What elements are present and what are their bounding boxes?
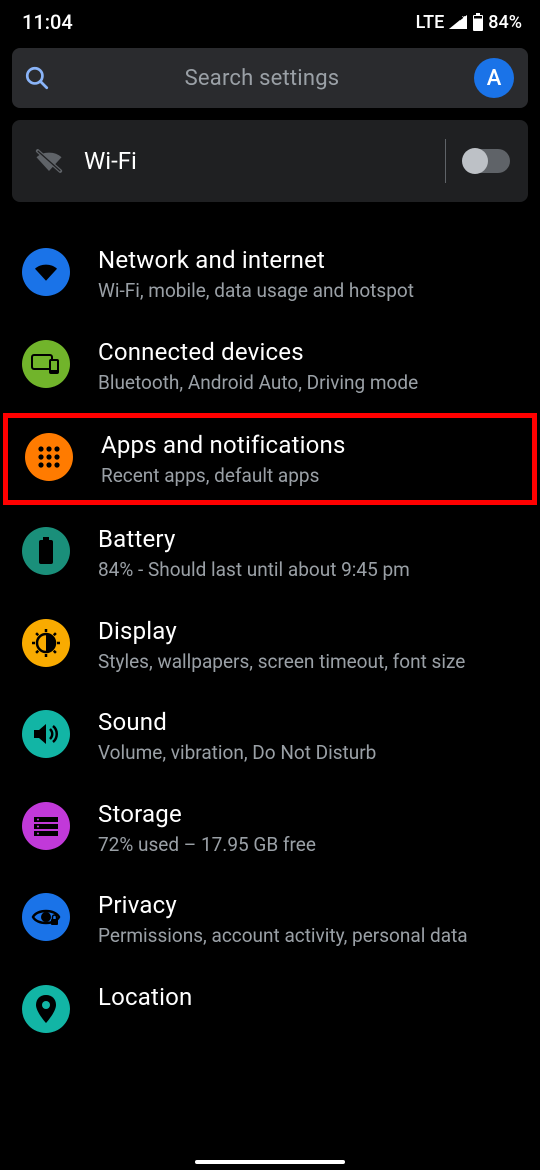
search-bar[interactable]: Search settings A bbox=[12, 48, 528, 108]
item-text: Privacy Permissions, account activity, p… bbox=[98, 889, 522, 949]
status-time: 11:04 bbox=[22, 10, 73, 34]
settings-item-devices[interactable]: Connected devices Bluetooth, Android Aut… bbox=[0, 320, 540, 412]
nav-handle[interactable] bbox=[195, 1160, 345, 1164]
item-title: Sound bbox=[98, 708, 522, 736]
devices-icon bbox=[22, 340, 70, 388]
item-title: Connected devices bbox=[98, 338, 522, 366]
status-right: LTE x 84% bbox=[416, 12, 522, 33]
location-icon bbox=[22, 985, 70, 1033]
item-title: Network and internet bbox=[98, 246, 522, 274]
wifi-icon bbox=[22, 248, 70, 296]
search-icon bbox=[24, 65, 50, 91]
item-title: Battery bbox=[98, 525, 522, 553]
wifi-quick-tile[interactable]: Wi-Fi bbox=[12, 120, 528, 202]
network-label: LTE bbox=[416, 12, 445, 33]
storage-icon bbox=[22, 802, 70, 850]
settings-item-display[interactable]: Display Styles, wallpapers, screen timeo… bbox=[0, 599, 540, 691]
battery-icon bbox=[22, 527, 70, 575]
item-text: Sound Volume, vibration, Do Not Disturb bbox=[98, 706, 522, 766]
item-subtitle: Recent apps, default apps bbox=[101, 463, 519, 489]
wifi-off-icon bbox=[34, 148, 64, 174]
item-text: Battery 84% - Should last until about 9:… bbox=[98, 523, 522, 583]
avatar-letter: A bbox=[487, 66, 502, 91]
item-text: Display Styles, wallpapers, screen timeo… bbox=[98, 615, 522, 675]
battery-icon bbox=[472, 13, 484, 31]
item-title: Display bbox=[98, 617, 522, 645]
item-text: Connected devices Bluetooth, Android Aut… bbox=[98, 336, 522, 396]
item-text: Storage 72% used – 17.95 GB free bbox=[98, 798, 522, 858]
wifi-toggle[interactable] bbox=[464, 149, 510, 173]
settings-item-location[interactable]: Location bbox=[0, 965, 540, 1055]
avatar[interactable]: A bbox=[474, 58, 514, 98]
item-subtitle: Styles, wallpapers, screen timeout, font… bbox=[98, 649, 522, 675]
wifi-tile-divider bbox=[445, 139, 446, 183]
settings-item-privacy[interactable]: Privacy Permissions, account activity, p… bbox=[0, 873, 540, 965]
status-bar: 11:04 LTE x 84% bbox=[0, 0, 540, 40]
item-subtitle: Volume, vibration, Do Not Disturb bbox=[98, 740, 522, 766]
settings-item-sound[interactable]: Sound Volume, vibration, Do Not Disturb bbox=[0, 690, 540, 782]
item-text: Network and internet Wi-Fi, mobile, data… bbox=[98, 244, 522, 304]
settings-item-apps[interactable]: Apps and notifications Recent apps, defa… bbox=[3, 413, 537, 505]
settings-item-storage[interactable]: Storage 72% used – 17.95 GB free bbox=[0, 782, 540, 874]
svg-text:x: x bbox=[462, 14, 466, 22]
wifi-tile-label: Wi-Fi bbox=[84, 147, 445, 175]
battery-percent: 84% bbox=[488, 12, 522, 33]
item-title: Storage bbox=[98, 800, 522, 828]
settings-item-battery[interactable]: Battery 84% - Should last until about 9:… bbox=[0, 507, 540, 599]
item-title: Apps and notifications bbox=[101, 431, 519, 459]
item-subtitle: Bluetooth, Android Auto, Driving mode bbox=[98, 370, 522, 396]
item-text: Location bbox=[98, 981, 522, 1015]
signal-icon: x bbox=[448, 14, 468, 30]
display-icon bbox=[22, 619, 70, 667]
item-title: Location bbox=[98, 983, 522, 1011]
sound-icon bbox=[22, 710, 70, 758]
search-placeholder: Search settings bbox=[64, 66, 460, 91]
item-title: Privacy bbox=[98, 891, 522, 919]
item-subtitle: Wi-Fi, mobile, data usage and hotspot bbox=[98, 278, 522, 304]
item-subtitle: 72% used – 17.95 GB free bbox=[98, 832, 522, 858]
item-text: Apps and notifications Recent apps, defa… bbox=[101, 429, 519, 489]
apps-icon bbox=[25, 433, 73, 481]
settings-list: Network and internet Wi-Fi, mobile, data… bbox=[0, 228, 540, 1055]
item-subtitle: Permissions, account activity, personal … bbox=[98, 923, 522, 949]
item-subtitle: 84% - Should last until about 9:45 pm bbox=[98, 557, 522, 583]
privacy-icon bbox=[22, 893, 70, 941]
settings-item-wifi[interactable]: Network and internet Wi-Fi, mobile, data… bbox=[0, 228, 540, 320]
